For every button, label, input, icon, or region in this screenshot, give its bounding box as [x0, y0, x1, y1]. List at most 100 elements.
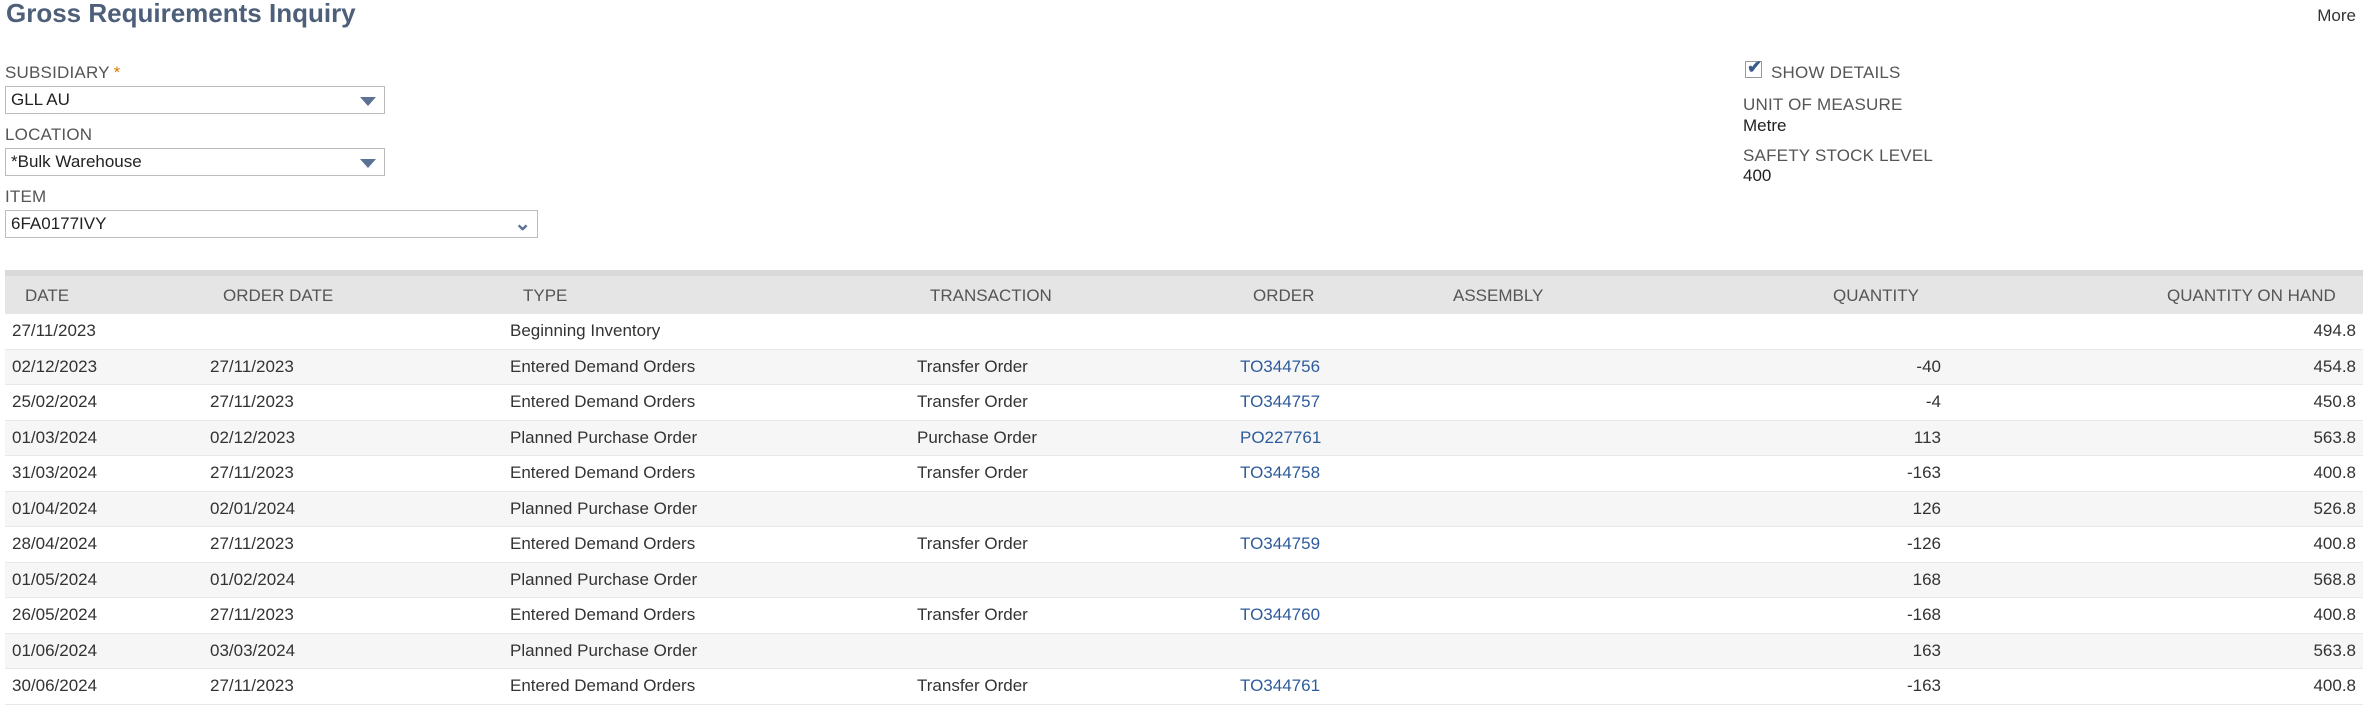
cell-date: 30/06/2024: [12, 676, 98, 695]
cell-type: Beginning Inventory: [510, 321, 661, 340]
cell-date: 01/06/2024: [12, 640, 98, 660]
cell-order-date: 27/11/2023: [210, 534, 294, 553]
unit-of-measure-label: UNIT OF MEASURE: [1743, 95, 1903, 114]
cell-quantity-on-hand: 450.8: [2313, 392, 2356, 411]
cell-quantity-on-hand: 568.8: [2313, 569, 2356, 589]
table-row: 01/04/2024 02/01/2024 Planned Purchase Ord…: [5, 491, 2363, 527]
cell-quantity-on-hand: 400.8: [2313, 605, 2356, 624]
header-type[interactable]: TYPE: [523, 286, 567, 306]
cell-quantity-on-hand: 400.8: [2313, 676, 2356, 695]
table-row: 31/03/2024 27/11/2023 Entered Demand Order…: [5, 456, 2363, 492]
cell-quantity-on-hand: 454.8: [2313, 356, 2356, 376]
table-row: 01/05/2024 01/02/2024 Planned Purchase Ord…: [5, 562, 2363, 598]
header-quantity[interactable]: QUANTITY: [1833, 286, 1919, 306]
cell-quantity: -163: [1906, 463, 1941, 482]
cell-date: 31/03/2024: [12, 463, 98, 482]
cell-quantity: -4: [1925, 392, 1941, 411]
location-select[interactable]: *Bulk Warehouse: [5, 148, 385, 176]
table-row: 25/02/2024 27/11/2023 Entered Demand Order…: [5, 385, 2363, 421]
cell-date: 28/04/2024: [12, 534, 98, 553]
header-order-date[interactable]: ORDER DATE: [223, 286, 333, 306]
table-header: DATE ORDER DATE TYPE TRANSACTION ORDER A…: [5, 276, 2363, 314]
requirements-table: DATE ORDER DATE TYPE TRANSACTION ORDER A…: [5, 270, 2363, 705]
cell-transaction: Transfer Order: [917, 676, 1028, 695]
cell-type: Entered Demand Orders: [510, 605, 696, 624]
safety-stock-value: 400: [1743, 166, 1772, 185]
subsidiary-value: GLL AU: [11, 90, 70, 109]
cell-order[interactable]: TO344757: [1240, 392, 1320, 412]
table-body: 27/11/2023 Beginning Inventory 494.8 02/12/…: [5, 314, 2363, 705]
cell-type: Planned Purchase Order: [510, 427, 698, 447]
cell-quantity: 126: [1912, 498, 1941, 518]
cell-order-date: 27/11/2023: [210, 392, 294, 411]
cell-type: Entered Demand Orders: [510, 392, 696, 411]
cell-order[interactable]: TO344756: [1240, 357, 1320, 377]
cell-order-date: 27/11/2023: [210, 463, 294, 482]
cell-order-date: 01/02/2024: [210, 569, 296, 589]
cell-order[interactable]: TO344760: [1240, 605, 1320, 625]
page-title: Gross Requirements Inquiry: [6, 0, 356, 28]
header-assembly[interactable]: ASSEMBLY: [1453, 286, 1543, 306]
cell-quantity: 113: [1913, 427, 1941, 447]
cell-order[interactable]: TO344761: [1240, 676, 1320, 696]
cell-quantity: -40: [1916, 356, 1941, 376]
cell-quantity-on-hand: 400.8: [2313, 463, 2356, 482]
location-label: LOCATION: [5, 125, 93, 144]
table-row: 01/06/2024 03/03/2024 Planned Purchase Ord…: [5, 633, 2363, 669]
cell-order-date: 27/11/2023: [210, 356, 294, 376]
table-row: 28/04/2024 27/11/2023 Entered Demand Order…: [5, 527, 2363, 563]
cell-quantity-on-hand: 400.8: [2313, 534, 2356, 553]
header-quantity-on-hand[interactable]: QUANTITY ON HAND: [2167, 286, 2336, 306]
cell-transaction: Purchase Order: [917, 427, 1037, 447]
cell-transaction: Transfer Order: [917, 534, 1028, 553]
cell-quantity-on-hand: 494.8: [2313, 321, 2356, 340]
cell-order[interactable]: PO227761: [1240, 428, 1321, 448]
cell-quantity-on-hand: 526.8: [2313, 498, 2356, 518]
cell-type: Entered Demand Orders: [510, 676, 696, 695]
cell-date: 02/12/2023: [12, 356, 98, 376]
cell-transaction: Transfer Order: [917, 356, 1028, 376]
checkmark-icon: ✔: [1747, 57, 1763, 77]
cell-type: Planned Purchase Order: [510, 498, 698, 518]
cell-type: Planned Purchase Order: [510, 640, 698, 660]
cell-type: Entered Demand Orders: [510, 463, 696, 482]
item-value: 6FA0177IVY: [11, 214, 107, 233]
cell-date: 25/02/2024: [12, 392, 98, 411]
cell-quantity: -163: [1906, 676, 1941, 695]
cell-order-date: 27/11/2023: [210, 605, 294, 624]
header-order[interactable]: ORDER: [1253, 286, 1314, 306]
required-marker: *: [113, 63, 121, 82]
location-value: *Bulk Warehouse: [11, 152, 142, 171]
cell-order-date: 27/11/2023: [210, 676, 294, 695]
cell-date: 26/05/2024: [12, 605, 98, 624]
cell-transaction: Transfer Order: [917, 605, 1028, 624]
table-row: 30/06/2024 27/11/2023 Entered Demand Order…: [5, 669, 2363, 705]
cell-order[interactable]: TO344759: [1240, 534, 1320, 554]
safety-stock-label: SAFETY STOCK LEVEL: [1743, 146, 1934, 165]
item-label: ITEM: [5, 187, 47, 206]
table-row: 01/03/2024 02/12/2023 Planned Purchase Ord…: [5, 420, 2363, 456]
subsidiary-select[interactable]: GLL AU: [5, 86, 385, 114]
cell-date: 01/03/2024: [12, 427, 98, 447]
cell-type: Entered Demand Orders: [510, 356, 696, 376]
header-transaction[interactable]: TRANSACTION: [930, 286, 1052, 306]
show-details-checkbox[interactable]: ✔: [1745, 57, 1762, 78]
cell-quantity-on-hand: 563.8: [2313, 427, 2356, 447]
cell-order[interactable]: TO344758: [1240, 463, 1320, 483]
more-menu-button[interactable]: More: [2317, 6, 2356, 26]
cell-order-date: 02/12/2023: [210, 427, 296, 447]
subsidiary-label-text: SUBSIDIARY: [5, 63, 110, 82]
item-select[interactable]: 6FA0177IVY ⌄: [5, 210, 538, 238]
show-details-label: SHOW DETAILS: [1771, 63, 1901, 82]
table-row: 02/12/2023 27/11/2023 Entered Demand Order…: [5, 349, 2363, 385]
table-row: 26/05/2024 27/11/2023 Entered Demand Order…: [5, 598, 2363, 634]
cell-quantity: -168: [1906, 605, 1941, 624]
table-row: 27/11/2023 Beginning Inventory 494.8: [5, 314, 2363, 350]
cell-type: Planned Purchase Order: [510, 569, 698, 589]
cell-transaction: Transfer Order: [917, 463, 1028, 482]
header-date[interactable]: DATE: [25, 286, 69, 306]
cell-date: 01/04/2024: [12, 498, 98, 518]
cell-quantity: -126: [1906, 534, 1941, 553]
cell-type: Entered Demand Orders: [510, 534, 696, 553]
cell-order-date: 03/03/2024: [210, 640, 296, 660]
